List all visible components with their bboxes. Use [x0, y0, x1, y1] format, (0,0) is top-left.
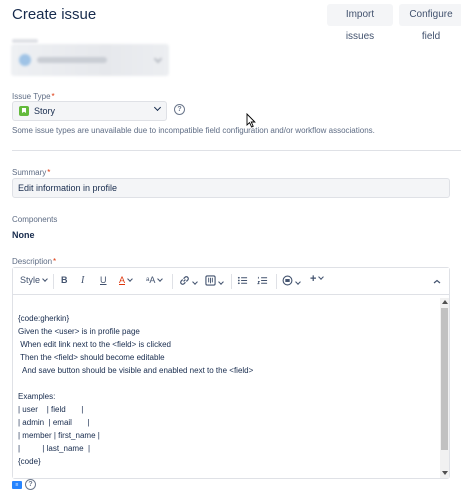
divider [12, 150, 461, 151]
code-line: {code} [18, 457, 41, 466]
chevron-down-icon [153, 54, 163, 64]
issue-type-value: Story [34, 106, 56, 116]
style-label: Style [20, 275, 41, 285]
project-select-redacted[interactable] [11, 44, 169, 76]
toolbar-separator [53, 274, 54, 289]
issue-type-label: Issue Type* [12, 92, 55, 101]
code-line: And save button should be visible and en… [18, 366, 254, 375]
text-color-button[interactable]: A [119, 275, 133, 285]
numbered-list-icon [257, 276, 268, 285]
numbered-list-button[interactable] [257, 275, 268, 288]
summary-input[interactable]: Edit information in profile [12, 178, 450, 198]
chevron-down-icon [295, 279, 301, 285]
code-line: Given the <user> is in profile page [18, 327, 140, 336]
components-value[interactable]: None [12, 230, 35, 240]
code-line: Then the <field> should become editable [18, 353, 165, 362]
text-color-glyph: A [119, 275, 126, 285]
summary-label: Summary* [12, 168, 50, 177]
required-mark: * [53, 257, 57, 266]
code-line: | member | first_name | [18, 431, 100, 440]
bold-button[interactable]: B [61, 275, 68, 285]
wiki-markup-icon[interactable]: ≡ [12, 481, 22, 489]
underline-button[interactable]: U [100, 275, 107, 285]
project-label-redacted [12, 39, 38, 43]
issue-type-label-text: Issue Type [12, 92, 51, 101]
description-textarea[interactable]: {code:gherkin} Given the <user> is in pr… [13, 296, 449, 478]
chevron-down-icon [192, 279, 198, 285]
attachment-icon [205, 275, 216, 286]
mouse-cursor-icon [246, 113, 256, 128]
project-avatar-icon [19, 54, 31, 66]
configure-fields-button[interactable]: Configure field [399, 4, 461, 42]
code-line: {code:gherkin} [18, 314, 70, 323]
link-icon [180, 276, 189, 285]
required-mark: * [51, 92, 55, 101]
code-line: | admin | email | [18, 418, 90, 427]
summary-label-text: Summary [12, 168, 47, 177]
project-name-redacted [37, 57, 107, 63]
required-mark: * [47, 168, 51, 177]
chevron-up-icon [433, 279, 441, 284]
issue-type-hint: Some issue types are unavailable due to … [12, 126, 375, 135]
code-line: Examples: [18, 392, 56, 401]
components-label: Components [12, 215, 58, 224]
plus-icon: + [310, 273, 317, 285]
chevron-down-icon [153, 103, 162, 112]
text-size-button[interactable]: ᵃA [146, 275, 164, 285]
text-size-glyph: ᵃA [146, 275, 156, 285]
emoji-icon [282, 275, 293, 286]
collapse-toolbar-button[interactable] [433, 277, 441, 287]
story-icon [19, 106, 29, 116]
question-circle-icon[interactable]: ? [174, 104, 185, 115]
scroll-up-arrow-icon[interactable] [442, 300, 448, 304]
code-line: | user | field | [18, 405, 84, 414]
toolbar-separator [276, 274, 277, 289]
bullet-list-icon [237, 276, 248, 285]
emoji-button[interactable] [282, 275, 301, 288]
description-label: Description* [12, 257, 56, 266]
italic-button[interactable]: I [81, 275, 84, 286]
insert-more-button[interactable]: + [310, 273, 325, 285]
chevron-down-icon [157, 276, 164, 282]
question-circle-icon[interactable]: ? [25, 479, 36, 490]
chevron-down-icon [318, 274, 325, 280]
scroll-thumb[interactable] [441, 308, 448, 450]
toolbar-separator [172, 274, 173, 289]
style-dropdown[interactable]: Style [20, 275, 48, 285]
chevron-down-icon [127, 276, 133, 282]
issue-type-select[interactable]: Story [12, 101, 167, 121]
bullet-list-button[interactable] [237, 275, 248, 288]
description-editor[interactable]: Style B I U A ᵃA + {code:gherkin} Given [12, 267, 450, 479]
toolbar-separator [231, 274, 232, 289]
page-title: Create issue [12, 6, 97, 23]
scroll-down-arrow-icon[interactable] [442, 471, 448, 475]
import-issues-button[interactable]: Import issues [327, 4, 393, 42]
description-label-text: Description [12, 257, 53, 266]
chevron-down-icon [218, 279, 224, 285]
attachment-button[interactable] [205, 275, 224, 288]
summary-value: Edit information in profile [18, 183, 118, 193]
code-line: When edit link next to the <field> is cl… [18, 340, 171, 349]
description-scrollbar[interactable] [440, 298, 449, 478]
chevron-down-icon [42, 276, 48, 282]
link-button[interactable] [179, 275, 198, 288]
code-line: | | last_name | [18, 444, 91, 453]
editor-toolbar: Style B I U A ᵃA + [13, 268, 449, 295]
